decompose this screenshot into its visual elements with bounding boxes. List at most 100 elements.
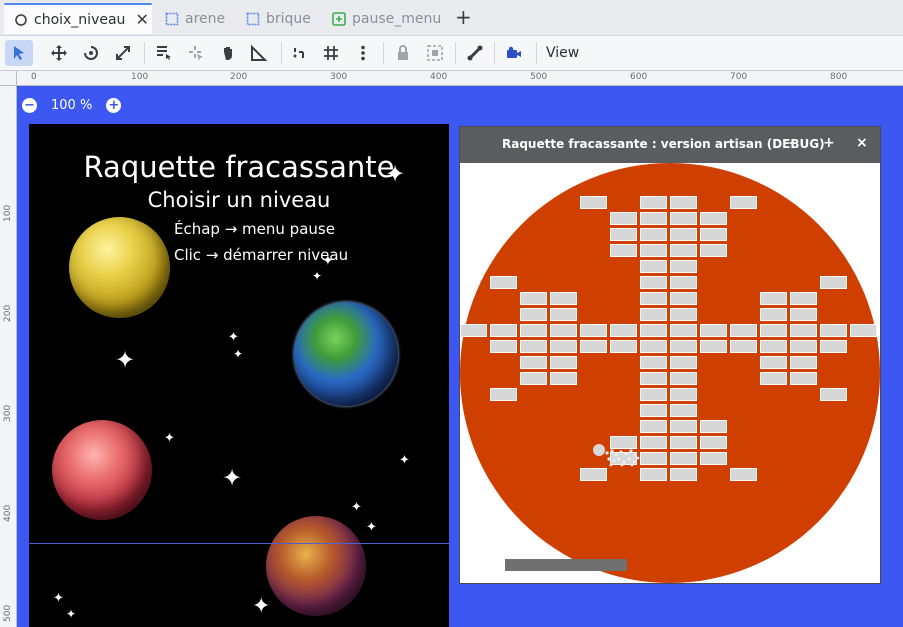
vertical-ruler: 100 200 300 400 500: [0, 86, 17, 627]
scene-node-icon: [15, 13, 27, 26]
tab-brique[interactable]: brique: [246, 3, 326, 34]
brick: [670, 244, 697, 257]
brick: [640, 212, 667, 225]
brick: [760, 340, 787, 353]
scene-tabs: choix_niveau ✕ arene brique pause_menu +: [0, 0, 903, 36]
tab-label: choix_niveau: [34, 11, 126, 28]
rotate-tool-button[interactable]: [77, 40, 105, 66]
paddle: [505, 559, 627, 571]
planet-red[interactable]: [52, 420, 152, 520]
camera-override-button[interactable]: [500, 40, 528, 66]
brick: [640, 324, 667, 337]
brick: [610, 212, 637, 225]
star-icon: ✦: [252, 594, 271, 619]
brick: [490, 324, 517, 337]
skeleton-button[interactable]: [461, 40, 489, 66]
brick: [640, 468, 667, 481]
window-titlebar[interactable]: Raquette fracassante : version artisan (…: [460, 127, 880, 163]
list-select-icon: [157, 46, 171, 60]
brick: [730, 468, 757, 481]
planet-lava[interactable]: [266, 516, 366, 616]
ruler-label: 700: [730, 72, 748, 82]
tab-label: arene: [185, 10, 226, 27]
viewport-guide-line: [29, 543, 449, 544]
brick: [640, 260, 667, 273]
tab-choix-niveau[interactable]: choix_niveau ✕: [4, 3, 152, 34]
view-menu[interactable]: View: [546, 45, 579, 61]
brick: [670, 356, 697, 369]
minimize-button[interactable]: –: [789, 135, 796, 151]
brick: [640, 340, 667, 353]
tab-arene[interactable]: arene: [165, 3, 241, 34]
star-icon: ✦: [399, 453, 410, 468]
brick: [610, 244, 637, 257]
brick: [820, 340, 847, 353]
smart-snap-icon: [293, 48, 304, 58]
pan-tool-button[interactable]: [214, 40, 242, 66]
debug-game-window[interactable]: Raquette fracassante : version artisan (…: [459, 126, 881, 584]
brick: [700, 212, 727, 225]
brick: [670, 212, 697, 225]
brick: [820, 388, 847, 401]
brick: [520, 292, 547, 305]
maximize-button[interactable]: +: [823, 135, 835, 151]
brick: [670, 404, 697, 417]
brick: [820, 324, 847, 337]
move-tool-button[interactable]: [45, 40, 73, 66]
brick: [640, 452, 667, 465]
close-button[interactable]: ×: [856, 135, 868, 151]
brick: [700, 452, 727, 465]
brick: [670, 276, 697, 289]
ruler-label: 400: [3, 504, 13, 522]
planet-earth[interactable]: [294, 302, 398, 406]
brick: [700, 244, 727, 257]
brick: [760, 324, 787, 337]
brick: [790, 372, 817, 385]
brick: [580, 468, 607, 481]
brick: [700, 228, 727, 241]
pause-hint: Échap → menu pause: [174, 220, 335, 238]
zoom-out-button[interactable]: −: [22, 97, 37, 113]
lock-button[interactable]: [389, 40, 417, 66]
brick: [640, 228, 667, 241]
scale-tool-button[interactable]: [109, 40, 137, 66]
list-select-button[interactable]: [150, 40, 178, 66]
ruler-label: 0: [31, 72, 37, 82]
star-icon: ✦: [366, 520, 377, 535]
pan-icon: [224, 47, 232, 60]
container-node-icon: [332, 11, 346, 26]
grid-snap-button[interactable]: [317, 40, 345, 66]
close-icon[interactable]: ✕: [135, 10, 148, 29]
brick: [730, 196, 757, 209]
ruler-tool-button[interactable]: [245, 40, 273, 66]
select-icon: [14, 46, 24, 60]
brick: [610, 228, 637, 241]
brick: [640, 404, 667, 417]
ruler-label: 600: [630, 72, 648, 82]
brick: [670, 452, 697, 465]
brick: [670, 372, 697, 385]
ruler-label: 300: [330, 72, 348, 82]
group-button[interactable]: [421, 40, 449, 66]
editor-toolbar: View: [0, 36, 903, 71]
planet-gold[interactable]: [69, 217, 170, 318]
zoom-level[interactable]: 100 %: [51, 98, 92, 113]
brick: [700, 324, 727, 337]
ruler-icon: [251, 44, 268, 61]
brick: [610, 436, 637, 449]
add-tab-icon[interactable]: +: [455, 5, 472, 29]
select-tool-button[interactable]: [5, 40, 33, 66]
scene-viewport[interactable]: Raquette fracassante Choisir un niveau É…: [29, 124, 449, 627]
brick: [550, 324, 577, 337]
tab-pause-menu[interactable]: pause_menu: [332, 3, 444, 34]
smart-snap-button[interactable]: [286, 40, 314, 66]
brick: [760, 292, 787, 305]
star-icon: ✦: [53, 591, 64, 606]
game-canvas[interactable]: [460, 163, 880, 583]
snap-options-button[interactable]: [349, 40, 377, 66]
zoom-in-button[interactable]: +: [106, 97, 122, 113]
pivot-tool-button[interactable]: [182, 40, 210, 66]
brick: [580, 340, 607, 353]
brick: [640, 356, 667, 369]
star-icon: ✦: [222, 464, 243, 492]
